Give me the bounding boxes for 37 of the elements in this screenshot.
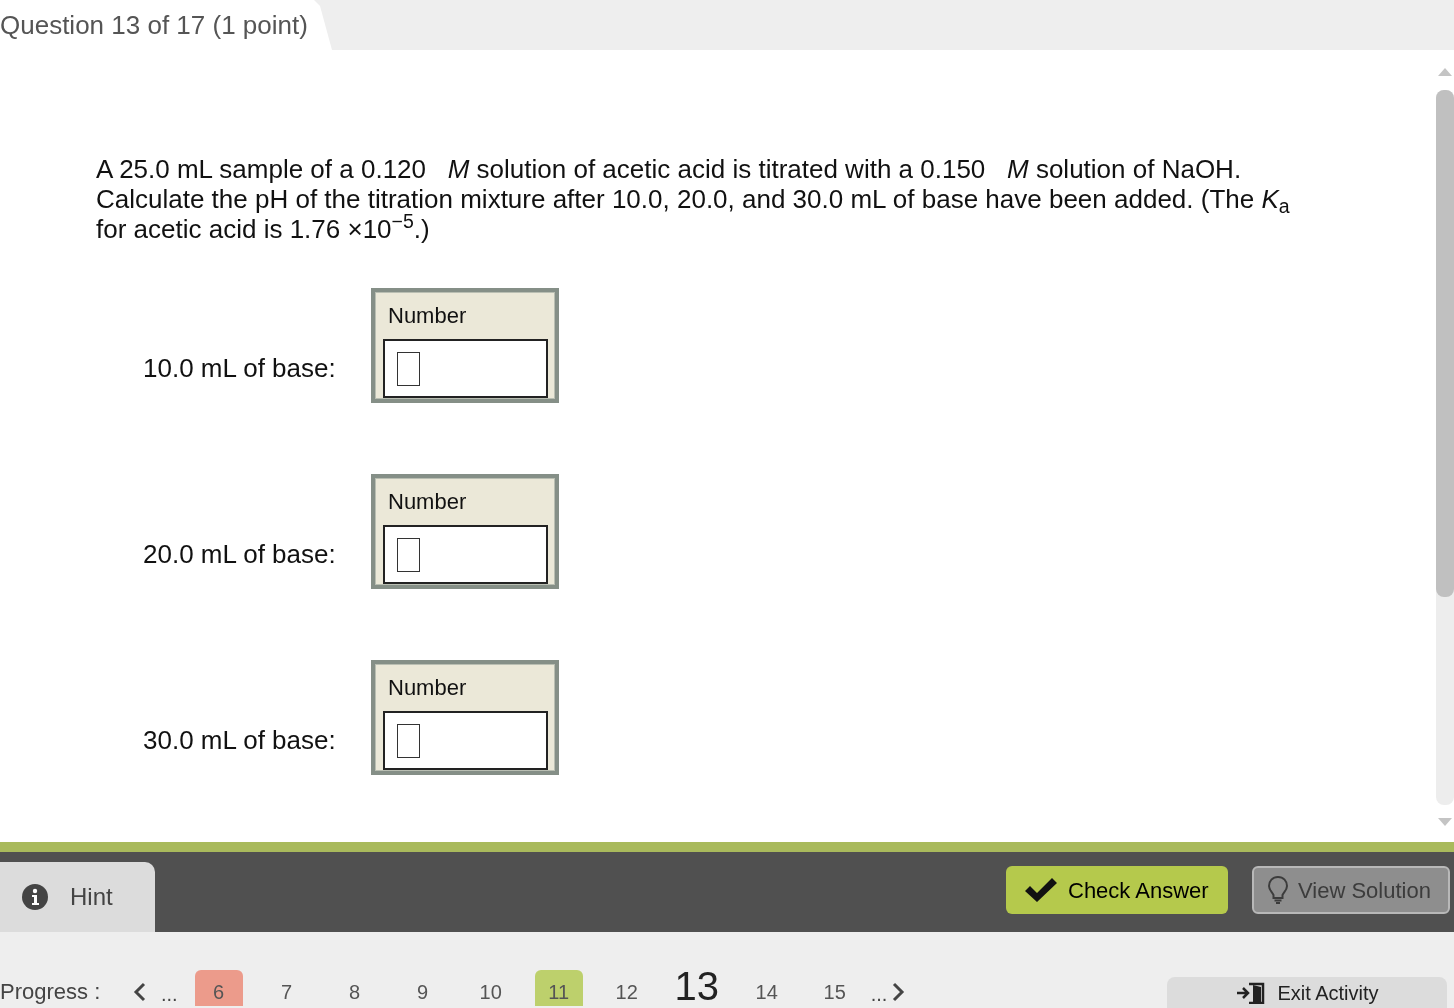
empty-box-icon <box>397 351 420 386</box>
page-number[interactable]: 10 <box>466 970 515 1006</box>
hint-button[interactable]: Hint <box>0 862 155 932</box>
ellipsis-text: ... <box>161 982 178 1006</box>
empty-box-icon <box>397 537 420 572</box>
info-icon <box>22 884 48 910</box>
chevron-right-icon[interactable] <box>891 982 906 1002</box>
scrollbar-thumb[interactable] <box>1436 90 1454 597</box>
answer-header: Number <box>387 674 468 702</box>
answer-label: 20.0 mL of base: <box>143 539 337 569</box>
page-number[interactable]: 7 <box>262 970 311 1006</box>
question-title: Question 13 of 17 (1 point) <box>0 8 308 42</box>
answer-field[interactable] <box>383 339 548 398</box>
page-number[interactable]: 11 <box>534 970 583 1006</box>
page-number[interactable]: 9 <box>398 970 447 1006</box>
page-number[interactable]: 15 <box>810 970 859 1006</box>
answer-header: Number <box>387 302 468 330</box>
progress-label: Progress : <box>0 978 102 1006</box>
answer-field[interactable] <box>383 525 548 584</box>
scrollbar-track[interactable] <box>1436 90 1454 805</box>
answer-label: 30.0 mL of base: <box>143 725 337 755</box>
question-text: A 25.0 mL sample of a 0.120 M solution of acetic acid is titrated with a 0.150 M solution of NaOH. Calculate the pH of the titration mixture after 10.0, 20.0, and 30.0 mL of base have been added. (The K$_{a}$ for acetic acid is 1.76 ×10$^{−5}$.) <box>96 154 1291 244</box>
check-answer-button[interactable]: Check Answer <box>1006 866 1228 914</box>
page-number[interactable]: 14 <box>742 970 791 1006</box>
ellipsis-text: ... <box>870 982 888 1006</box>
page-number[interactable]: 13 <box>670 966 723 1006</box>
answer-field[interactable] <box>383 711 548 770</box>
chevron-left-icon[interactable] <box>133 982 147 1002</box>
empty-box-icon <box>397 723 420 758</box>
page-number[interactable]: 8 <box>330 970 379 1006</box>
page-number[interactable]: 6 <box>194 970 243 1006</box>
answer-label: 10.0 mL of base: <box>143 353 337 383</box>
page-number[interactable]: 12 <box>602 970 651 1006</box>
lightbulb-icon <box>1268 876 1288 904</box>
check-icon <box>1024 877 1058 903</box>
exit-activity-button[interactable]: Exit Activity <box>1167 977 1447 1008</box>
answer-header: Number <box>387 488 468 516</box>
